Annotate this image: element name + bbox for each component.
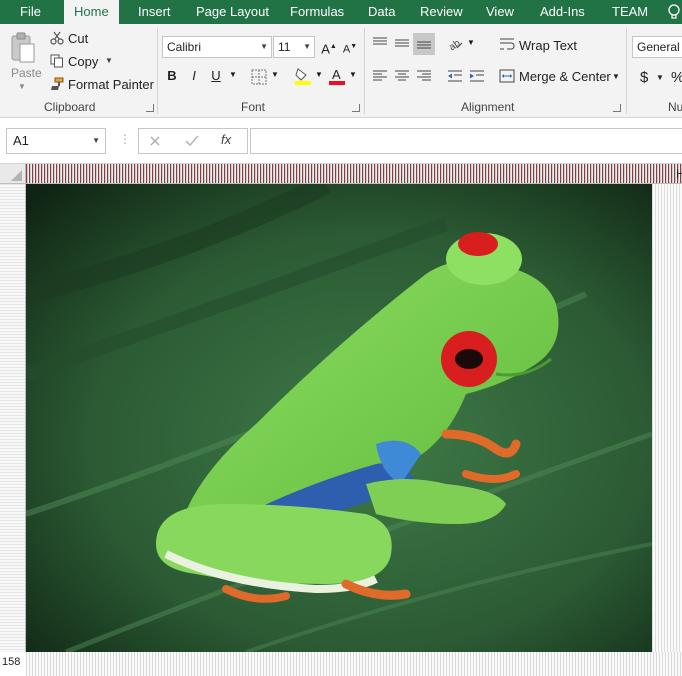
tell-me-lightbulb-icon[interactable] (666, 3, 682, 21)
italic-button[interactable]: I (185, 66, 203, 86)
bottom-align-button[interactable] (413, 33, 435, 55)
increase-font-size-button[interactable]: A▲ (320, 37, 338, 57)
format-painter-button[interactable]: Format Painter (68, 77, 154, 92)
accounting-dropdown-icon[interactable]: ▼ (656, 73, 664, 82)
enter-icon[interactable] (185, 135, 199, 147)
align-right-icon[interactable] (416, 69, 432, 83)
wrap-text-icon[interactable] (499, 36, 515, 52)
middle-align-icon[interactable] (394, 36, 410, 50)
format-painter-icon[interactable] (50, 77, 64, 91)
row-number-label[interactable]: 158 (2, 656, 20, 668)
accounting-format-button[interactable]: $ (640, 69, 648, 86)
borders-icon[interactable] (251, 69, 267, 85)
decrease-indent-icon[interactable] (447, 69, 463, 83)
cut-icon[interactable] (50, 31, 64, 45)
name-box[interactable]: A1 ▼ (6, 128, 106, 154)
decrease-font-size-button[interactable]: A▼ (341, 37, 359, 57)
bottom-align-icon (417, 41, 431, 49)
select-all-corner[interactable] (0, 164, 26, 184)
formula-bar: A1 ▼ ⋮ fx (0, 118, 682, 164)
cut-button[interactable]: Cut (68, 31, 88, 46)
copy-icon[interactable] (50, 54, 64, 68)
number-group-label: Nu (668, 100, 682, 114)
tab-formulas[interactable]: Formulas (280, 0, 354, 24)
font-size-combo[interactable]: 11 ▼ (273, 36, 315, 58)
paste-icon[interactable] (10, 32, 36, 66)
tab-view[interactable]: View (476, 0, 524, 24)
column-header-h[interactable]: H (676, 167, 682, 181)
ribbon-tab-bar: File Home Insert Page Layout Formulas Da… (0, 0, 682, 24)
tab-data[interactable]: Data (358, 0, 405, 24)
font-color-icon[interactable]: A (328, 67, 346, 85)
tab-review[interactable]: Review (410, 0, 473, 24)
clipboard-group-label: Clipboard (44, 100, 96, 114)
worksheet-grid[interactable]: H 158 (0, 164, 682, 676)
wrap-text-button[interactable]: Wrap Text (519, 38, 577, 53)
borders-dropdown-icon[interactable]: ▼ (271, 70, 279, 79)
merge-center-button[interactable]: Merge & Center (519, 69, 611, 84)
select-all-triangle-icon (11, 170, 22, 181)
align-center-icon[interactable] (394, 69, 410, 83)
top-align-icon[interactable] (372, 36, 388, 50)
grid-right-cells[interactable] (652, 184, 682, 652)
clipboard-launcher-icon[interactable] (146, 104, 154, 112)
bold-button[interactable]: B (163, 66, 181, 86)
copy-button[interactable]: Copy (68, 54, 98, 69)
orientation-dropdown-icon[interactable]: ▼ (467, 38, 475, 47)
orientation-icon[interactable]: ab (447, 34, 465, 52)
alignment-group-label: Alignment (461, 100, 515, 114)
number-format-combo[interactable]: General (632, 36, 682, 58)
group-separator (157, 28, 158, 114)
font-name-combo[interactable]: Calibri ▼ (162, 36, 272, 58)
merge-center-icon[interactable] (499, 68, 515, 84)
group-separator (626, 28, 627, 114)
fill-color-icon[interactable] (294, 67, 312, 85)
tab-file[interactable]: File (10, 0, 51, 24)
copy-dropdown-icon[interactable]: ▼ (105, 56, 113, 65)
underline-dropdown-icon[interactable]: ▼ (229, 70, 237, 79)
column-headers[interactable] (26, 164, 682, 184)
align-left-icon[interactable] (372, 69, 388, 83)
merge-center-dropdown-icon[interactable]: ▼ (612, 72, 620, 81)
alignment-launcher-icon[interactable] (613, 104, 621, 112)
percent-style-button[interactable]: % (671, 69, 682, 86)
fill-color-dropdown-icon[interactable]: ▼ (315, 70, 323, 79)
tab-add-ins[interactable]: Add-Ins (530, 0, 595, 24)
row-headers[interactable] (0, 184, 26, 652)
font-color-dropdown-icon[interactable]: ▼ (349, 70, 357, 79)
tab-team[interactable]: TEAM (602, 0, 658, 24)
tab-insert[interactable]: Insert (128, 0, 181, 24)
group-separator (364, 28, 365, 114)
frog-photo[interactable] (26, 184, 652, 652)
insert-function-button[interactable]: fx (221, 132, 231, 147)
tab-page-layout[interactable]: Page Layout (186, 0, 279, 24)
formula-buttons: fx (138, 128, 248, 154)
formula-input[interactable] (250, 128, 682, 154)
ribbon-home: Paste ▼ Cut Copy ▼ Format Painter Clipbo… (0, 24, 682, 118)
font-group-label: Font (241, 100, 266, 114)
grid-bottom-cells[interactable] (26, 652, 682, 676)
formula-bar-grip-icon: ⋮ (119, 132, 131, 146)
underline-button[interactable]: U (207, 66, 225, 86)
font-launcher-icon[interactable] (352, 104, 360, 112)
svg-text:A: A (332, 67, 341, 82)
cancel-icon[interactable] (149, 135, 161, 147)
paste-dropdown-icon[interactable]: ▼ (18, 82, 26, 91)
tab-home[interactable]: Home (64, 0, 119, 24)
increase-indent-icon[interactable] (469, 69, 485, 83)
paste-button[interactable]: Paste (11, 66, 42, 80)
